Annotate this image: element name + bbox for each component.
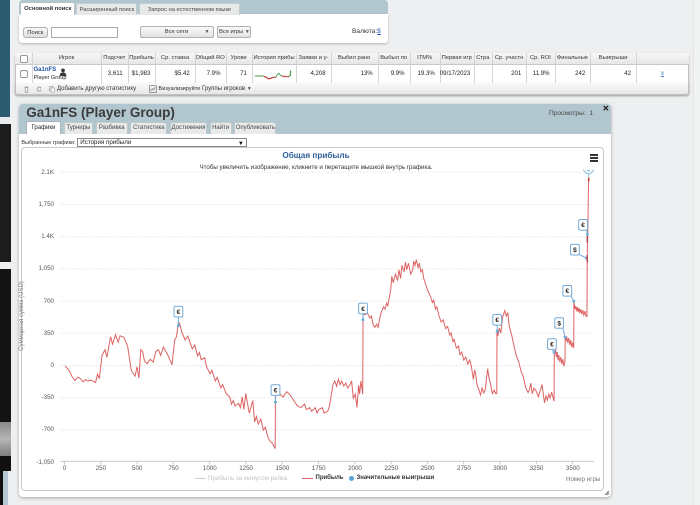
svg-text:€: € bbox=[550, 341, 554, 348]
svg-text:$: $ bbox=[558, 320, 562, 327]
svg-text:€: € bbox=[496, 317, 500, 324]
svg-text:$: $ bbox=[573, 247, 577, 254]
svg-text:€: € bbox=[177, 309, 181, 316]
svg-text:€: € bbox=[566, 288, 570, 295]
svg-text:€: € bbox=[361, 306, 365, 313]
svg-text:€: € bbox=[581, 222, 585, 229]
svg-text:€: € bbox=[274, 387, 278, 394]
